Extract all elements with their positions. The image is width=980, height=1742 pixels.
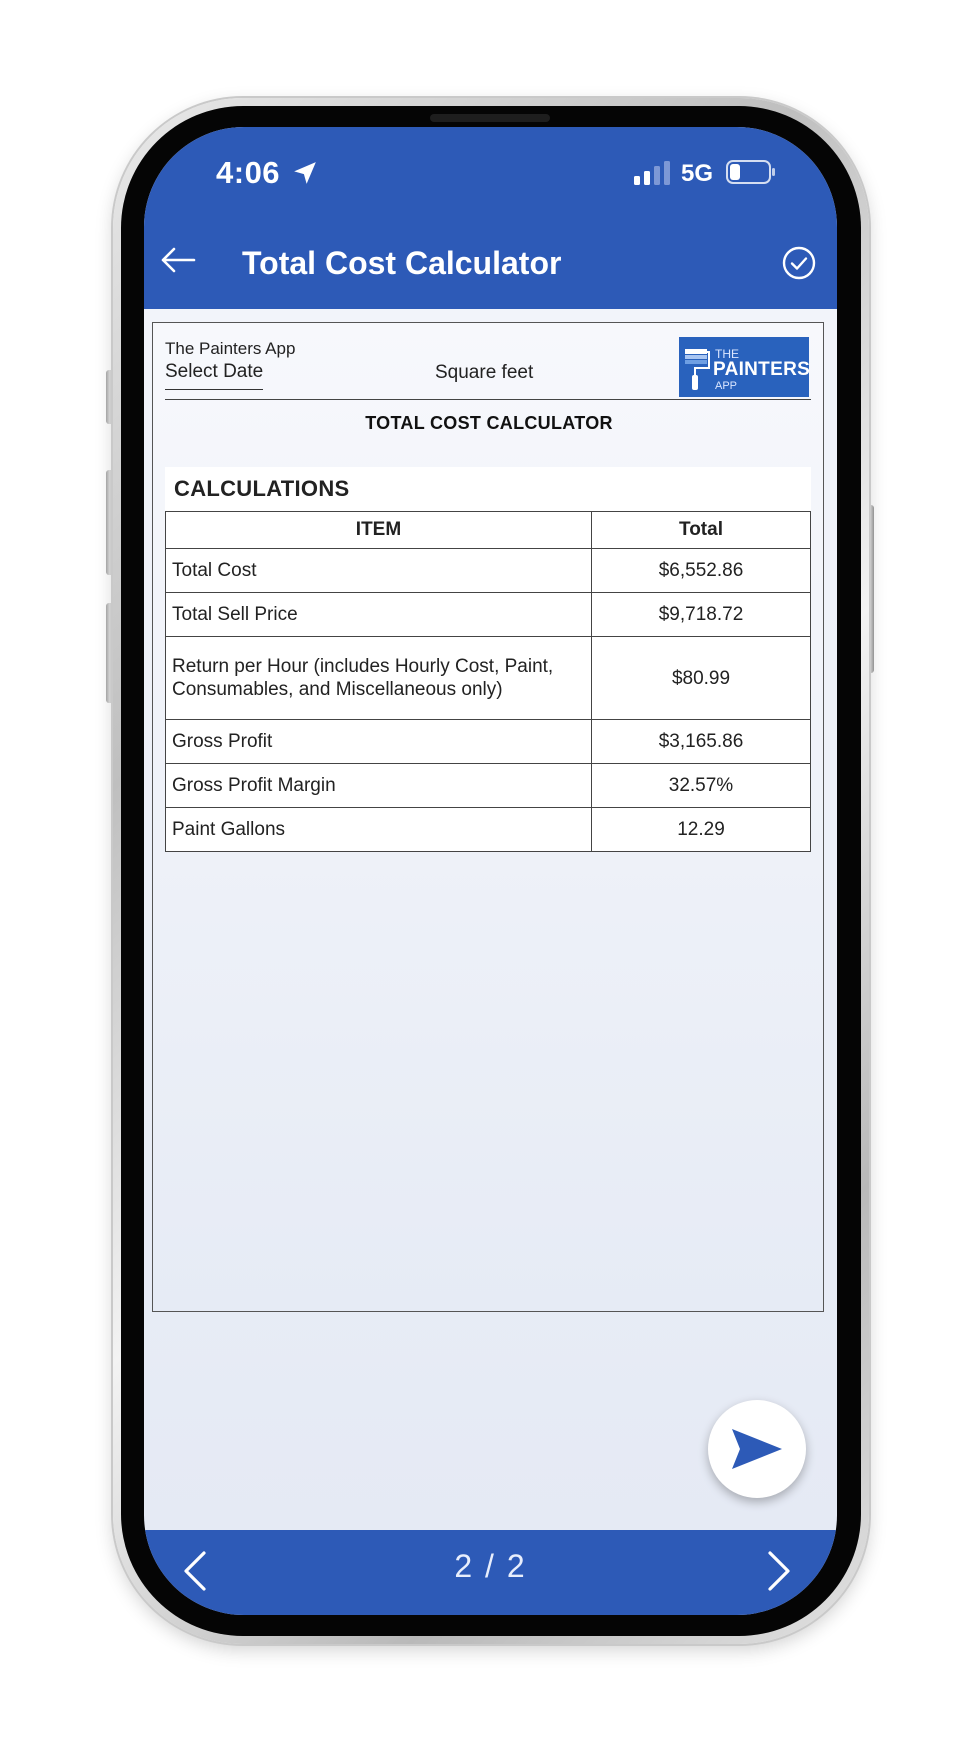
row-item: Paint Gallons [165, 807, 592, 852]
row-item: Total Cost [165, 548, 592, 593]
document-preview: The Painters App Select Date Square feet… [152, 322, 824, 1312]
document-heading: TOTAL COST CALCULATOR [365, 413, 613, 433]
calculations-section: CALCULATIONS ITEM Total Total Cost $6,55… [165, 467, 811, 852]
pagination-bar: 2 / 2 [144, 1530, 837, 1615]
table-row: Total Sell Price $9,718.72 [165, 592, 811, 637]
location-arrow-icon [294, 162, 316, 184]
table-row: Total Cost $6,552.86 [165, 548, 811, 593]
table-header-row: ITEM Total [165, 511, 811, 549]
table-row: Gross Profit Margin 32.57% [165, 763, 811, 808]
square-feet-label: Square feet [435, 362, 534, 383]
logo-text-painters: PAINTERS [713, 359, 811, 380]
page-title: Total Cost Calculator [242, 245, 562, 281]
calculations-table: ITEM Total Total Cost $6,552.86 Total Se… [165, 511, 811, 852]
logo-text-app: APP [715, 380, 738, 392]
phone-screen: 4:06 5G Total Cost Calculator The Painte… [144, 127, 837, 1615]
column-header-total: Total [591, 511, 811, 549]
calculations-title: CALCULATIONS [174, 476, 350, 501]
row-total: $80.99 [591, 636, 811, 720]
document-app-name: The Painters App [165, 339, 296, 358]
select-date-field[interactable]: Select Date [165, 361, 264, 390]
row-item: Total Sell Price [165, 592, 592, 637]
check-circle-icon[interactable] [782, 246, 816, 280]
row-total: $9,718.72 [591, 592, 811, 637]
row-total: 12.29 [591, 807, 811, 852]
send-icon [732, 1429, 782, 1469]
column-header-item: ITEM [165, 511, 592, 549]
page-indicator: 2 / 2 [454, 1548, 527, 1584]
table-row: Gross Profit $3,165.86 [165, 719, 811, 764]
chevron-right-icon[interactable] [766, 1550, 792, 1592]
signal-icon [634, 161, 670, 185]
battery-icon [726, 160, 775, 184]
row-total: 32.57% [591, 763, 811, 808]
phone-speaker [430, 114, 550, 122]
back-arrow-icon[interactable] [158, 245, 198, 275]
send-button[interactable] [708, 1400, 806, 1498]
app-header: 4:06 5G Total Cost Calculator [144, 127, 837, 309]
status-time: 4:06 [216, 155, 281, 190]
row-item: Gross Profit [165, 719, 592, 764]
network-type: 5G [681, 160, 714, 187]
document-divider [165, 399, 811, 400]
row-total: $3,165.86 [591, 719, 811, 764]
table-row: Return per Hour (includes Hourly Cost, P… [165, 636, 811, 720]
row-item: Return per Hour (includes Hourly Cost, P… [165, 636, 592, 720]
paint-roller-icon [685, 349, 710, 390]
row-total: $6,552.86 [591, 548, 811, 593]
painters-app-logo: THE PAINTERS APP [679, 337, 811, 397]
row-item: Gross Profit Margin [165, 763, 592, 808]
table-row: Paint Gallons 12.29 [165, 807, 811, 852]
